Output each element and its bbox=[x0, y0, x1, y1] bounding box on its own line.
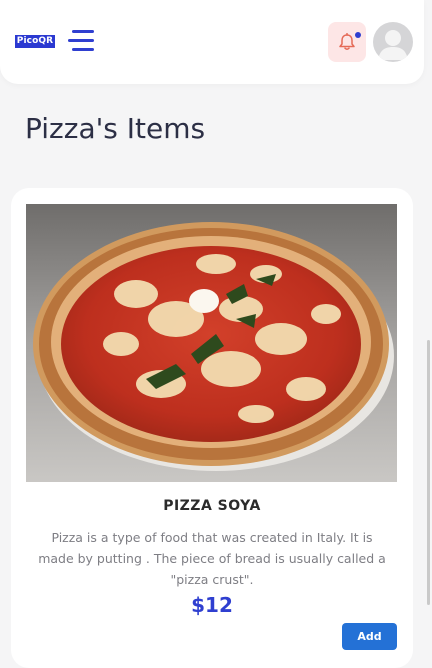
item-description: Pizza is a type of food that was created… bbox=[38, 530, 386, 587]
logo[interactable]: PicoQR bbox=[15, 35, 55, 48]
item-name: PIZZA SOYA bbox=[163, 498, 261, 514]
page-title: Pizza's Items bbox=[25, 112, 206, 145]
bell-icon bbox=[339, 33, 355, 50]
scrollbar[interactable] bbox=[427, 340, 430, 605]
hamburger-menu-icon[interactable] bbox=[68, 30, 96, 52]
pizza-photo bbox=[26, 204, 397, 482]
menu-item-card: PIZZA SOYA Pizza is a type of food that … bbox=[11, 188, 413, 668]
user-avatar-icon[interactable] bbox=[373, 22, 413, 62]
notification-button[interactable] bbox=[328, 22, 366, 62]
add-button[interactable]: Add bbox=[342, 623, 397, 650]
notification-dot bbox=[355, 32, 361, 38]
top-header: PicoQR bbox=[0, 0, 424, 84]
item-price: $12 bbox=[191, 593, 233, 617]
